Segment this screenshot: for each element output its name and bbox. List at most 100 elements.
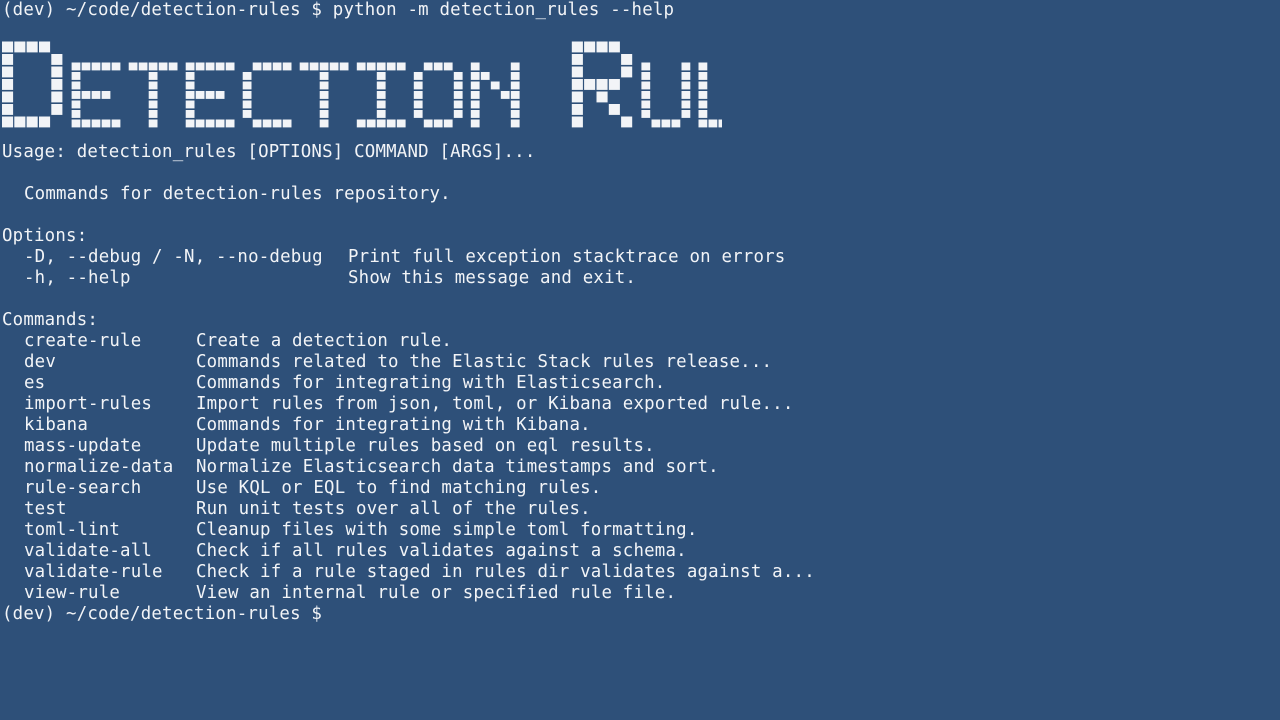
banner-pixel [413,72,423,80]
command-name: mass-update [24,436,142,456]
banner-pixel [148,110,158,118]
banner-pixel [433,119,443,128]
banner-pixel [356,119,366,128]
banner-pixel [681,81,691,90]
banner-pixel [510,110,520,118]
final-prompt-line[interactable]: (dev) ~/code/detection-rules $ [2,604,1280,625]
command-description: Import rules from json, toml, or Kibana … [196,394,794,414]
banner-pixel [698,81,708,90]
banner-pixel [205,119,215,128]
banner-pixel [71,100,81,109]
typed-command: python -m detection_rules --help [332,0,675,20]
banner-pixel [698,100,708,109]
banner-pixel [158,62,168,71]
banner-pixel [71,110,81,118]
banner-pixel [148,81,158,90]
banner-pixel [39,41,51,53]
banner-pixel [71,91,81,99]
banner-pixel [111,62,121,71]
banner-pixel [2,41,14,53]
banner-pixel [148,72,158,80]
banner-pixel [571,79,583,90]
banner-pixel [71,119,81,128]
banner-pixel [225,62,235,71]
banner-pixel [138,62,148,71]
banner-pixel [641,72,651,80]
banner-pixel [51,79,63,90]
command-name: validate-rule [24,562,163,582]
banner-pixel [262,62,272,71]
banner-pixel [282,119,292,128]
command-description: Check if all rules validates against a s… [196,541,687,561]
banner-pixel [571,104,583,115]
banner-pixel [470,119,480,128]
ascii-banner [2,29,1280,133]
banner-pixel [242,110,252,118]
shell-prompt: (dev) ~/code/detection-rules $ [2,604,323,624]
banner-pixel [423,62,433,71]
banner-pixel [510,119,520,128]
banner-pixel [698,72,708,80]
banner-pixel [71,72,81,80]
option-description: Show this message and exit. [348,268,637,288]
command-row: import-rules Import rules from json, toml… [2,394,1280,415]
banner-pixel [71,62,81,71]
banner-pixel [621,116,633,128]
banner-pixel [641,62,651,71]
banner-pixel [2,66,14,78]
command-row: create-rule Create a detection rule. [2,331,1280,352]
banner-pixel [319,62,329,71]
banner-pixel [329,62,339,71]
banner-pixel [2,79,14,90]
command-name: view-rule [24,583,121,603]
banner-pixel [195,62,205,71]
banner-pixel [366,62,376,71]
banner-pixel [14,116,26,128]
banner-pixel [376,81,386,90]
banner-pixel [396,119,406,128]
banner-pixel [319,72,329,80]
usage-line: Usage: detection_rules [OPTIONS] COMMAND… [2,142,536,162]
banner-pixel [681,91,691,99]
banner-pixel [81,62,91,71]
banner-pixel [168,62,178,71]
options-heading: Options: [2,226,88,246]
banner-pixel [453,110,463,118]
banner-letter [641,62,691,128]
banner-pixel [148,62,158,71]
banner-pixel [500,91,510,99]
option-flag: -h, --help [24,268,131,288]
banner-pixel [396,62,406,71]
banner-pixel [641,81,651,90]
banner-pixel [413,81,423,90]
banner-pixel [584,41,596,53]
banner-pixel [2,116,14,128]
banner-pixel [2,91,14,103]
banner-pixel [225,119,235,128]
banner-pixel [2,104,14,115]
banner-pixel [242,91,252,99]
banner-pixel [185,119,195,128]
command-row: validate-rule Check if a rule staged in r… [2,562,1280,583]
terminal-window[interactable]: (dev) ~/code/detection-rules $ python -m… [0,0,1280,720]
option-flag: -D, --debug / -N, --no-debug [24,247,323,267]
banner-pixel [376,110,386,118]
banner-pixel [148,91,158,99]
banner-pixel [596,79,608,90]
banner-pixel [185,81,195,90]
banner-pixel [366,119,376,128]
banner-pixel [185,91,195,99]
command-row: validate-all Check if all rules validates… [2,541,1280,562]
banner-pixel [252,62,262,71]
banner-pixel [596,91,608,103]
banner-pixel [453,81,463,90]
banner-pixel [490,81,500,90]
banner-pixel [252,119,262,128]
command-row: toml-lint Cleanup files with some simple … [2,520,1280,541]
banner-pixel [413,110,423,118]
command-name: normalize-data [24,457,174,477]
banner-pixel [51,104,63,115]
banner-pixel [433,62,443,71]
banner-pixel [641,91,651,99]
banner-pixel [480,72,490,80]
